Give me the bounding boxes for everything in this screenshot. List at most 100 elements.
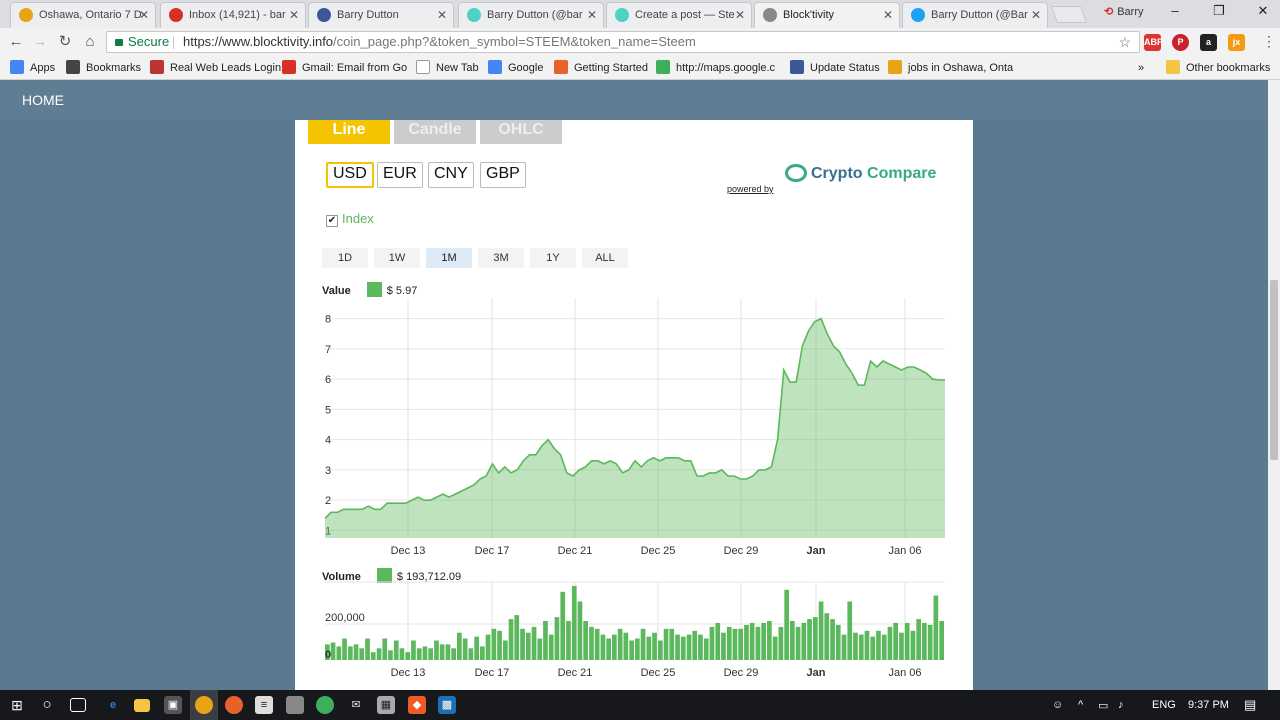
volume-bar[interactable] bbox=[830, 619, 835, 660]
forward-icon[interactable]: → bbox=[30, 32, 50, 52]
volume-bar[interactable] bbox=[675, 634, 680, 660]
bookmark-item[interactable]: Getting Started bbox=[554, 60, 648, 76]
url-text[interactable]: https://www.blocktivity.info/coin_page.p… bbox=[183, 32, 696, 52]
windows-start-icon[interactable]: ⊞ bbox=[8, 696, 26, 714]
volume-bar[interactable] bbox=[508, 619, 514, 660]
volume-bar[interactable] bbox=[474, 636, 479, 660]
volume-bar[interactable] bbox=[348, 646, 353, 660]
volume-bar[interactable] bbox=[847, 601, 853, 661]
browser-tab[interactable]: Oshawa, Ontario 7 D ✕ bbox=[10, 2, 156, 28]
volume-bar[interactable] bbox=[566, 621, 571, 660]
browser-tab[interactable]: Create a post — Ste ✕ bbox=[606, 2, 752, 28]
volume-bar[interactable] bbox=[916, 619, 921, 660]
bookmark-item[interactable]: New Tab bbox=[416, 60, 479, 76]
volume-bar[interactable] bbox=[365, 638, 370, 661]
volume-icon[interactable]: ♪ bbox=[1118, 699, 1124, 711]
chrome-menu-icon[interactable]: ⋮ bbox=[1262, 33, 1276, 50]
other-bookmarks[interactable]: Other bookmarks bbox=[1166, 60, 1270, 76]
volume-bar[interactable] bbox=[399, 648, 405, 660]
volume-bar[interactable] bbox=[525, 632, 531, 660]
volume-bar[interactable] bbox=[876, 630, 881, 661]
volume-bar[interactable] bbox=[709, 626, 715, 660]
profile-button[interactable]: ⟲ Barry bbox=[1104, 5, 1144, 18]
volume-bar[interactable] bbox=[767, 621, 772, 660]
language-indicator[interactable]: ENG bbox=[1152, 699, 1176, 711]
volume-bar[interactable] bbox=[692, 630, 698, 661]
volume-bar[interactable] bbox=[612, 634, 617, 660]
notepad-icon[interactable]: ≡ bbox=[255, 696, 273, 714]
browser-tab[interactable]: Inbox (14,921) - bar ✕ bbox=[160, 2, 306, 28]
volume-bar[interactable] bbox=[640, 628, 646, 660]
volume-bar[interactable] bbox=[663, 628, 669, 660]
volume-bar[interactable] bbox=[813, 617, 818, 660]
volume-bar[interactable] bbox=[485, 634, 491, 660]
bookmark-item[interactable]: Real Web Leads Login bbox=[150, 60, 281, 76]
volume-bar[interactable] bbox=[434, 640, 439, 661]
volume-bar[interactable] bbox=[922, 622, 927, 660]
network-icon[interactable]: ▭ bbox=[1098, 699, 1108, 712]
volume-bar[interactable] bbox=[835, 624, 841, 660]
bookmark-item[interactable]: Update Status bbox=[790, 60, 880, 76]
volume-bar[interactable] bbox=[721, 632, 726, 660]
volume-bar[interactable] bbox=[858, 634, 864, 660]
volume-bar[interactable] bbox=[537, 638, 543, 661]
store-icon[interactable]: ▣ bbox=[164, 696, 182, 714]
price-charts[interactable]: 12345678Dec 13 Dec 17 Dec 21 Dec 25 Dec 29 Ja… bbox=[295, 120, 973, 690]
restore-button[interactable]: ❐ bbox=[1204, 3, 1234, 19]
volume-bar[interactable] bbox=[715, 622, 721, 660]
close-window-button[interactable]: ✕ bbox=[1248, 3, 1278, 19]
browser-tab[interactable]: Barry Dutton (@Bar ✕ bbox=[902, 2, 1048, 28]
nav-home-link[interactable]: HOME bbox=[22, 92, 64, 108]
clock[interactable]: 9:37 PM bbox=[1188, 699, 1229, 711]
firefox-icon[interactable] bbox=[225, 696, 243, 714]
browser-tab[interactable]: Block'tivity ✕ bbox=[754, 2, 900, 28]
volume-bar[interactable] bbox=[359, 648, 365, 660]
bookmark-item[interactable]: Google bbox=[488, 60, 543, 76]
volume-bar[interactable] bbox=[497, 630, 502, 661]
volume-bar[interactable] bbox=[635, 638, 640, 661]
back-icon[interactable]: ← bbox=[6, 32, 26, 52]
volume-bar[interactable] bbox=[571, 585, 577, 660]
volume-bar[interactable] bbox=[698, 634, 703, 660]
extension-jx-icon[interactable]: jx bbox=[1228, 34, 1245, 51]
address-bar[interactable]: Secure https://www.blocktivity.info/coin… bbox=[106, 31, 1140, 53]
volume-bar[interactable] bbox=[445, 644, 451, 660]
volume-bar[interactable] bbox=[606, 638, 611, 661]
secure-indicator[interactable]: Secure bbox=[115, 32, 169, 52]
volume-bar[interactable] bbox=[669, 628, 675, 660]
volume-bar[interactable] bbox=[428, 648, 433, 660]
volume-bar[interactable] bbox=[686, 634, 692, 660]
volume-bar[interactable] bbox=[755, 626, 761, 660]
bookmark-item[interactable]: http://maps.google.c bbox=[656, 60, 775, 76]
scrollbar-thumb[interactable] bbox=[1270, 280, 1278, 460]
volume-bar[interactable] bbox=[853, 632, 858, 660]
minimize-button[interactable]: – bbox=[1160, 3, 1190, 18]
brave-icon[interactable]: ◆ bbox=[408, 696, 426, 714]
volume-bar[interactable] bbox=[462, 638, 468, 661]
volume-bar[interactable] bbox=[795, 626, 801, 660]
volume-bar[interactable] bbox=[451, 648, 456, 660]
volume-bar[interactable] bbox=[353, 644, 359, 660]
volume-bar[interactable] bbox=[658, 640, 663, 661]
bookmark-item[interactable]: Gmail: Email from Go bbox=[282, 60, 407, 76]
browser-tab[interactable]: Barry Dutton ✕ bbox=[308, 2, 454, 28]
bookmarks-overflow[interactable]: » bbox=[1138, 60, 1144, 76]
volume-bar[interactable] bbox=[646, 636, 652, 660]
volume-bar[interactable] bbox=[726, 626, 732, 660]
new-tab-button[interactable] bbox=[1050, 6, 1088, 23]
volume-bar[interactable] bbox=[543, 621, 548, 660]
volume-bar[interactable] bbox=[790, 621, 795, 660]
file-explorer-icon[interactable] bbox=[134, 699, 150, 712]
volume-bar[interactable] bbox=[600, 634, 606, 660]
volume-bar[interactable] bbox=[841, 634, 847, 660]
volume-bar[interactable] bbox=[738, 628, 743, 660]
volume-bar[interactable] bbox=[583, 621, 588, 660]
volume-bar[interactable] bbox=[491, 628, 497, 660]
volume-bar[interactable] bbox=[422, 646, 428, 660]
volume-bar[interactable] bbox=[732, 628, 738, 660]
volume-bar[interactable] bbox=[617, 628, 623, 660]
volume-bar[interactable] bbox=[560, 591, 566, 661]
bookmark-item[interactable]: jobs in Oshawa, Onta bbox=[888, 60, 1013, 76]
extension-a-icon[interactable]: a bbox=[1200, 34, 1217, 51]
volume-bar[interactable] bbox=[778, 626, 784, 660]
